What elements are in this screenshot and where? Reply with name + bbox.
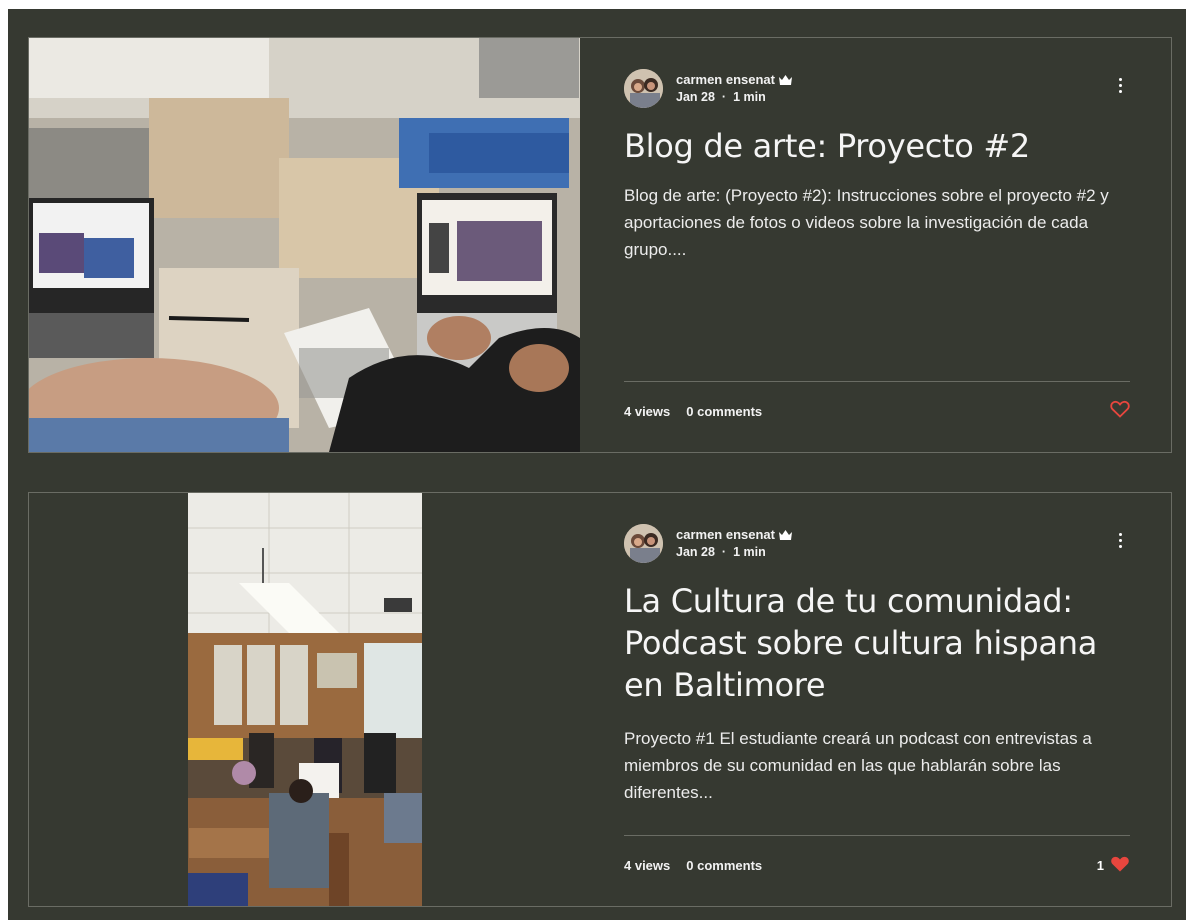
classroom-laptops-photo xyxy=(29,38,580,452)
post-meta: Jan 28 · 1 min xyxy=(676,545,766,559)
heart-filled-icon xyxy=(1110,855,1130,876)
more-options-icon[interactable] xyxy=(1110,75,1130,95)
post-excerpt[interactable]: Proyecto #1 El estudiante creará un podc… xyxy=(624,725,1114,806)
post-author-row: carmen ensenat Jan 28 · 1 min xyxy=(624,524,1130,564)
crown-icon xyxy=(779,73,792,88)
likes-count: 1 xyxy=(1096,858,1104,873)
more-options-icon[interactable] xyxy=(1110,530,1130,550)
post-date: Jan 28 xyxy=(676,90,715,104)
author-avatar[interactable] xyxy=(624,524,663,563)
like-button[interactable]: 1 xyxy=(1097,855,1130,876)
post-cover-image[interactable] xyxy=(29,493,580,906)
author-name[interactable]: carmen ensenat xyxy=(676,527,792,543)
post-cover-image[interactable] xyxy=(29,38,580,452)
avatar-photo xyxy=(624,69,663,108)
post-content: carmen ensenat Jan 28 · 1 min La Cultura d… xyxy=(624,493,1130,906)
avatar-photo xyxy=(624,524,663,563)
read-time: 1 min xyxy=(733,90,766,104)
read-time: 1 min xyxy=(733,545,766,559)
author-avatar[interactable] xyxy=(624,69,663,108)
crown-icon xyxy=(779,528,792,543)
meta-separator: · xyxy=(721,90,727,104)
post-author-row: carmen ensenat Jan 28 · 1 min xyxy=(624,69,1130,109)
post-excerpt[interactable]: Blog de arte: (Proyecto #2): Instruccion… xyxy=(624,182,1114,263)
card-divider xyxy=(624,835,1130,836)
post-meta: Jan 28 · 1 min xyxy=(676,90,766,104)
comments-count[interactable]: 0 comments xyxy=(686,404,762,419)
meta-separator: · xyxy=(721,545,727,559)
post-content: carmen ensenat Jan 28 · 1 min Blog de arte… xyxy=(624,38,1130,452)
post-title[interactable]: Blog de arte: Proyecto #2 xyxy=(624,125,1130,167)
post-card[interactable]: carmen ensenat Jan 28 · 1 min Blog de arte… xyxy=(28,37,1172,453)
views-count: 4 views xyxy=(624,858,671,873)
post-title[interactable]: La Cultura de tu comunidad: Podcast sobr… xyxy=(624,580,1130,706)
comments-count[interactable]: 0 comments xyxy=(686,858,762,873)
post-stats: 4 views 0 comments xyxy=(624,404,762,419)
card-divider xyxy=(624,381,1130,382)
author-name[interactable]: carmen ensenat xyxy=(676,72,792,88)
heart-outline-icon xyxy=(1110,400,1130,421)
library-event-photo xyxy=(29,493,580,906)
post-date: Jan 28 xyxy=(676,545,715,559)
post-card[interactable]: carmen ensenat Jan 28 · 1 min La Cultura d… xyxy=(28,492,1172,907)
like-button[interactable] xyxy=(1104,400,1130,421)
blog-feed: carmen ensenat Jan 28 · 1 min Blog de arte… xyxy=(8,9,1186,920)
views-count: 4 views xyxy=(624,404,671,419)
post-stats: 4 views 0 comments xyxy=(624,858,762,873)
